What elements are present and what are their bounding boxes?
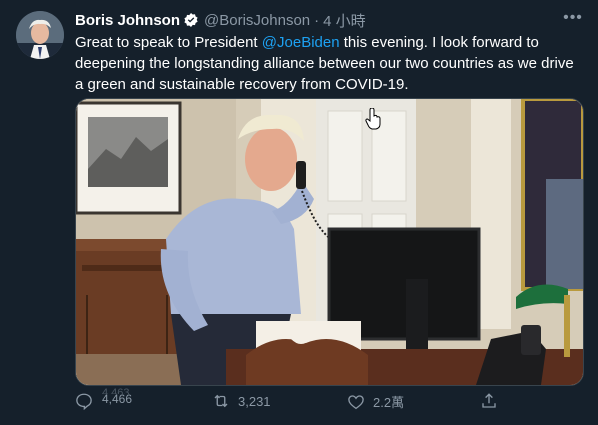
more-options-icon[interactable]: ••• xyxy=(561,9,585,29)
header-separator: · xyxy=(314,11,320,29)
action-bar: 3,231 2.2萬 xyxy=(75,390,582,420)
tweet-card[interactable]: Boris Johnson @BorisJohnson · 4 小時 ••• G… xyxy=(0,0,598,425)
mouse-cursor-icon xyxy=(365,107,381,130)
tweet-text: Great to speak to President @JoeBiden th… xyxy=(75,32,575,95)
verified-badge-icon xyxy=(183,12,199,28)
tweet-header: Boris Johnson @BorisJohnson · 4 小時 xyxy=(75,10,366,30)
like-button[interactable]: 2.2萬 xyxy=(347,392,404,411)
share-button[interactable] xyxy=(480,392,498,410)
mention-link[interactable]: @JoeBiden xyxy=(262,34,340,51)
like-icon xyxy=(348,394,364,409)
retweet-count: 3,231 xyxy=(238,393,271,409)
retweet-icon xyxy=(214,394,228,408)
share-icon xyxy=(482,393,496,408)
author-name[interactable]: Boris Johnson xyxy=(75,12,180,29)
tweet-text-start: Great to speak to President xyxy=(75,34,262,51)
retweet-button[interactable]: 3,231 xyxy=(212,392,271,410)
photo-scene xyxy=(76,99,583,385)
avatar[interactable] xyxy=(16,11,64,59)
reply-icon xyxy=(76,393,92,410)
like-count: 2.2萬 xyxy=(373,395,405,410)
reply-button[interactable] xyxy=(75,392,93,410)
timestamp[interactable]: 4 小時 xyxy=(323,10,366,31)
tweet-photo[interactable] xyxy=(75,98,584,386)
author-handle[interactable]: @BorisJohnson xyxy=(204,12,310,29)
